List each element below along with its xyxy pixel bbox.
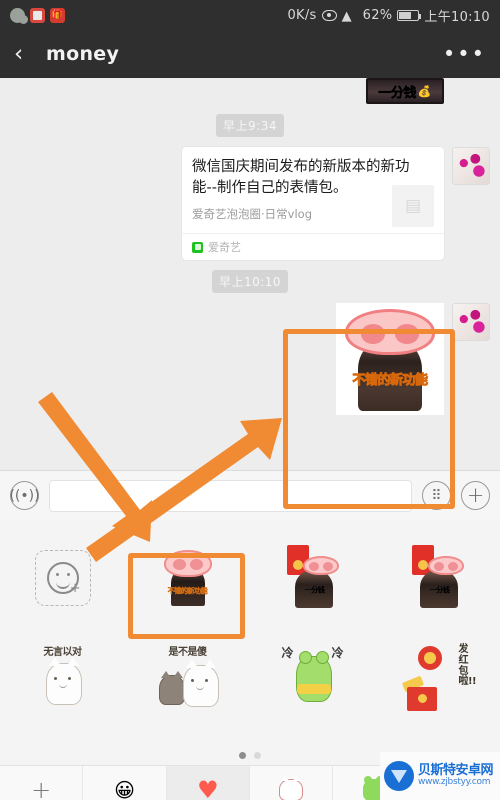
frog-scarf-icon bbox=[296, 684, 331, 694]
sent-pig-sticker[interactable]: 不错的新功能 bbox=[336, 303, 444, 415]
smiley-icon: 😀 bbox=[114, 777, 135, 800]
message-row-sticker: 不错的新功能 bbox=[10, 303, 490, 415]
wifi-icon bbox=[342, 9, 358, 21]
message-row-link-card: 微信国庆期间发布的新版本的新功能--制作自己的表情包。 爱奇艺泡泡圈·日常vlo… bbox=[10, 147, 490, 260]
timestamp-2: 早上10:10 bbox=[211, 270, 289, 293]
add-sticker-pack-tab[interactable]: + bbox=[0, 766, 84, 800]
sticker-cell-cat[interactable]: 无言以对 bbox=[0, 628, 125, 728]
sticker-panel[interactable]: + 不错的新功能 一分钱 一分钱 无言以对 是不是傻 冷 冷 发红包啦!! bbox=[0, 520, 500, 748]
pig-nose-sticker[interactable]: 不错的新功能 bbox=[158, 548, 218, 608]
cats-silly-sticker[interactable]: 是不是傻 bbox=[155, 643, 221, 713]
cat-eyes-icon bbox=[190, 679, 194, 682]
sent-sticker-text: 不错的新功能 bbox=[352, 373, 428, 389]
coin-icon bbox=[417, 646, 442, 670]
page-dot-1[interactable] bbox=[239, 752, 246, 759]
sticker-grid: + 不错的新功能 一分钱 一分钱 无言以对 是不是傻 冷 冷 发红包啦!! bbox=[0, 528, 500, 728]
pig-nose-icon bbox=[302, 556, 339, 575]
partial-sticker-text: 一分钱 bbox=[378, 85, 417, 101]
sticker-cell-pig[interactable]: 不错的新功能 bbox=[125, 528, 250, 628]
keyboard-grid-icon[interactable]: ⠿ bbox=[422, 481, 451, 510]
chat-message-list[interactable]: 一分钱 💰 早上9:34 微信国庆期间发布的新版本的新功能--制作自己的表情包。… bbox=[0, 78, 500, 470]
battery-percent: 62% bbox=[362, 7, 393, 23]
cat-pack-tab[interactable] bbox=[250, 766, 334, 800]
frog-icon bbox=[295, 651, 332, 702]
watermark: 贝斯特安卓网 www.zjbstyy.com bbox=[380, 752, 500, 800]
cold-text-right: 冷 bbox=[331, 646, 344, 660]
sticker-cell-redpacket[interactable]: 发红包啦!! bbox=[375, 628, 500, 728]
red-envelope-pig-sticker-2[interactable]: 一分钱 bbox=[406, 545, 470, 611]
eye-icon bbox=[321, 9, 337, 21]
emoji-tab[interactable]: 😀 bbox=[83, 766, 167, 800]
nav-bar: ‹ money ••• bbox=[0, 30, 500, 78]
sticker-cell-redpig-1[interactable]: 一分钱 bbox=[250, 528, 375, 628]
link-card-title: 微信国庆期间发布的新版本的新功能--制作自己的表情包。 bbox=[192, 159, 410, 197]
timestamp-1: 早上9:34 bbox=[216, 114, 284, 137]
sticker-caption: 不错的新功能 bbox=[167, 587, 208, 595]
link-card-thumbnail: ▤ bbox=[392, 185, 434, 227]
sticker-cell-add[interactable]: + bbox=[0, 528, 125, 628]
partial-sticker-message[interactable]: 一分钱 💰 bbox=[366, 78, 444, 104]
frog-cold-sticker[interactable]: 冷 冷 bbox=[280, 644, 346, 712]
gray-cat-icon bbox=[158, 671, 185, 705]
message-input-bar: ((•)) ⠿ + bbox=[0, 470, 500, 520]
pig-nose-icon bbox=[345, 309, 435, 355]
status-bar-left-icons bbox=[10, 7, 65, 24]
watermark-text: 贝斯特安卓网 www.zjbstyy.com bbox=[418, 762, 494, 788]
red-envelope-pig-sticker-1[interactable]: 一分钱 bbox=[281, 545, 345, 611]
site-url: www.zjbstyy.com bbox=[418, 777, 491, 788]
red-packet-sticker[interactable]: 发红包啦!! bbox=[401, 643, 477, 713]
red-envelope-icon bbox=[406, 687, 437, 711]
wechat-icon bbox=[10, 7, 28, 24]
voice-input-icon[interactable]: ((•)) bbox=[9, 481, 40, 510]
money-bag-icon: 💰 bbox=[417, 84, 432, 98]
network-speed: 0K/s bbox=[287, 7, 317, 23]
cat-speechless-sticker[interactable]: 无言以对 bbox=[30, 643, 96, 713]
pig-nose-icon bbox=[427, 556, 464, 575]
sticker-caption: 是不是傻 bbox=[168, 647, 208, 658]
plus-icon: + bbox=[31, 775, 52, 800]
sticker-caption: 无言以对 bbox=[43, 647, 83, 658]
pig-nose-icon bbox=[163, 550, 212, 577]
heart-icon: ♥ bbox=[197, 775, 219, 800]
more-options-icon[interactable]: ••• bbox=[443, 43, 486, 65]
add-more-icon[interactable]: + bbox=[461, 481, 490, 510]
back-icon[interactable]: ‹ bbox=[14, 42, 40, 66]
link-card[interactable]: 微信国庆期间发布的新版本的新功能--制作自己的表情包。 爱奇艺泡泡圈·日常vlo… bbox=[182, 147, 444, 260]
favorites-tab[interactable]: ♥ bbox=[166, 766, 250, 800]
message-input[interactable] bbox=[49, 479, 412, 512]
site-name: 贝斯特安卓网 bbox=[418, 762, 494, 778]
page-dot-2[interactable] bbox=[254, 752, 261, 759]
add-sticker-button[interactable]: + bbox=[34, 550, 91, 606]
source-app-icon bbox=[192, 241, 203, 253]
page-title: money bbox=[46, 43, 120, 65]
sticker-caption: 发红包啦!! bbox=[458, 644, 477, 688]
link-card-body: 微信国庆期间发布的新版本的新功能--制作自己的表情包。 爱奇艺泡泡圈·日常vlo… bbox=[182, 147, 444, 233]
site-logo-icon bbox=[384, 761, 414, 791]
clock: 上午10:10 bbox=[424, 9, 490, 25]
sticker-cell-redpig-2[interactable]: 一分钱 bbox=[375, 528, 500, 628]
phone-screen: 0K/s 62% 上午10:10 ‹ money ••• 一分钱 💰 早上9:3… bbox=[0, 0, 500, 800]
gift-icon bbox=[50, 7, 65, 23]
cat-eyes-icon bbox=[53, 677, 57, 680]
cat-icon bbox=[279, 774, 304, 800]
status-bar: 0K/s 62% 上午10:10 bbox=[0, 0, 500, 30]
link-card-footer: 爱奇艺 bbox=[182, 233, 444, 260]
avatar[interactable] bbox=[452, 147, 490, 185]
cold-text-left: 冷 bbox=[281, 646, 294, 660]
link-card-source: 爱奇艺 bbox=[208, 241, 241, 254]
battery-icon bbox=[397, 9, 422, 21]
plus-icon: + bbox=[69, 581, 81, 596]
notification-icon bbox=[30, 7, 45, 23]
sticker-caption: 一分钱 bbox=[429, 586, 450, 594]
sticker-cell-cats[interactable]: 是不是傻 bbox=[125, 628, 250, 728]
sticker-caption: 一分钱 bbox=[304, 586, 325, 594]
status-bar-right-icons: 0K/s 62% 上午10:10 bbox=[287, 6, 490, 25]
avatar[interactable] bbox=[452, 303, 490, 341]
sticker-cell-frog[interactable]: 冷 冷 bbox=[250, 628, 375, 728]
